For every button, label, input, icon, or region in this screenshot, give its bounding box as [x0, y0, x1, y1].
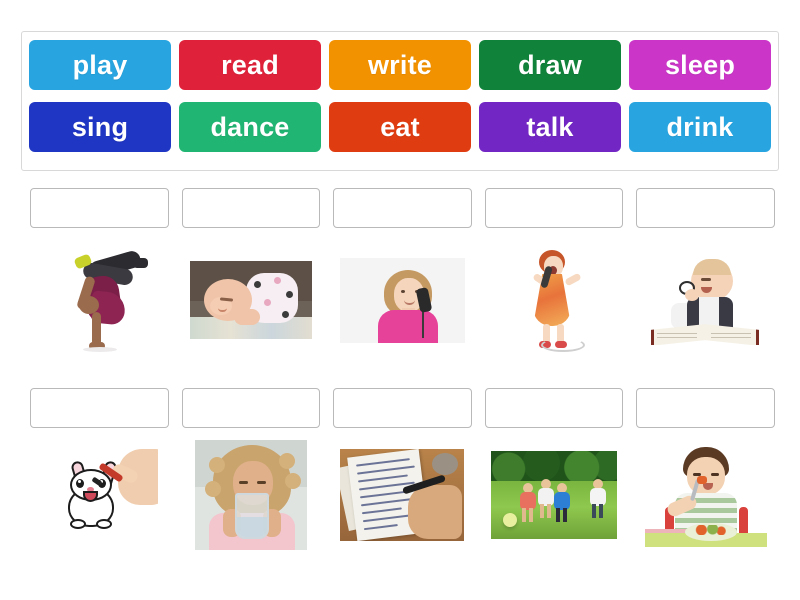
- image-row-2: [30, 440, 775, 550]
- image-cell-2-2: [182, 440, 321, 550]
- word-tile-write[interactable]: write: [329, 40, 471, 90]
- dropzone-1-2[interactable]: [181, 188, 321, 228]
- girl-drinking-water-image: [194, 440, 307, 550]
- dropzone-2-1[interactable]: [30, 388, 169, 428]
- word-bank-row-1: play read write draw sleep: [29, 40, 771, 96]
- hand-drawing-rabbit-image: [40, 441, 159, 549]
- word-tile-draw[interactable]: draw: [479, 40, 621, 90]
- dropzone-1-4[interactable]: [484, 188, 624, 228]
- image-cell-1-3: [333, 245, 472, 355]
- dropzone-2-3[interactable]: [333, 388, 472, 428]
- word-bank-row-2: sing dance eat talk drink: [29, 102, 771, 158]
- girl-on-telephone-image: [339, 257, 465, 343]
- dropzone-1-3[interactable]: [333, 188, 472, 228]
- dropzone-2-4[interactable]: [484, 388, 624, 428]
- word-tile-drink[interactable]: drink: [629, 102, 771, 152]
- dropzone-2-2[interactable]: [181, 388, 321, 428]
- image-cell-2-4: [485, 440, 624, 550]
- word-tile-sleep[interactable]: sleep: [629, 40, 771, 90]
- dropzone-row-1: [30, 188, 775, 228]
- girl-singing-microphone-image: [499, 246, 610, 354]
- breakdancer-handstand-image: [43, 246, 156, 354]
- baby-reading-book-image: [642, 255, 769, 345]
- boy-eating-vegetables-image: [644, 443, 767, 547]
- word-tile-dance[interactable]: dance: [179, 102, 321, 152]
- image-cell-1-5: [636, 245, 775, 355]
- image-cell-1-2: [182, 245, 321, 355]
- image-row-1: [30, 245, 775, 355]
- dropzone-row-2: [30, 388, 775, 428]
- word-tile-talk[interactable]: talk: [479, 102, 621, 152]
- word-bank: play read write draw sleep sing dance ea…: [21, 31, 779, 171]
- word-tile-read[interactable]: read: [179, 40, 321, 90]
- word-tile-eat[interactable]: eat: [329, 102, 471, 152]
- activity-page: play read write draw sleep sing dance ea…: [0, 0, 800, 600]
- hand-writing-letter-image: [340, 449, 465, 541]
- image-cell-1-1: [30, 245, 169, 355]
- image-cell-2-5: [636, 440, 775, 550]
- image-cell-2-3: [333, 440, 472, 550]
- word-tile-play[interactable]: play: [29, 40, 171, 90]
- dropzone-2-5[interactable]: [636, 388, 775, 428]
- children-playing-ball-image: [491, 451, 618, 539]
- dropzone-1-1[interactable]: [30, 188, 169, 228]
- word-tile-sing[interactable]: sing: [29, 102, 171, 152]
- image-cell-2-1: [30, 440, 169, 550]
- sleeping-baby-image: [189, 261, 312, 339]
- dropzone-1-5[interactable]: [636, 188, 775, 228]
- image-cell-1-4: [485, 245, 624, 355]
